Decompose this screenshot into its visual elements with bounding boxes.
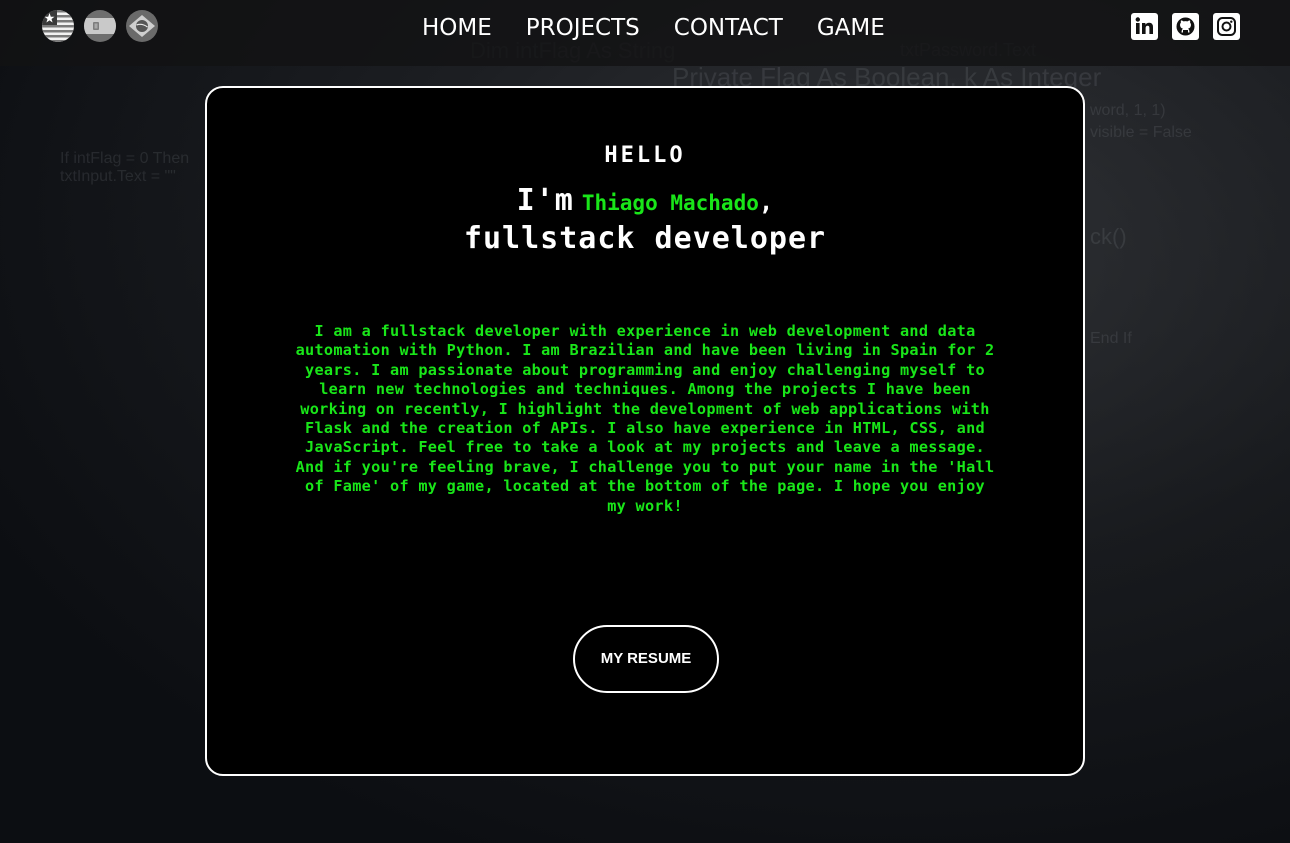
language-english-flag-icon[interactable]	[42, 10, 74, 42]
language-portuguese-flag-icon[interactable]	[126, 10, 158, 42]
developer-name: Thiago Machado	[581, 191, 759, 215]
main-navigation: HOME PROJECTS CONTACT GAME	[422, 12, 885, 44]
language-spanish-flag-icon[interactable]	[84, 10, 116, 42]
linkedin-icon[interactable]	[1131, 13, 1158, 40]
greeting-heading: HELLO	[604, 143, 686, 168]
social-links	[1131, 13, 1240, 40]
developer-role: fullstack developer	[463, 221, 827, 256]
nav-link-home[interactable]: HOME	[422, 12, 492, 44]
hero-card: HELLO I'm Thiago Machado, fullstack devel…	[205, 86, 1085, 776]
page: Dim intFlag As String txtPassword.Text P…	[0, 0, 1290, 843]
hero-headline: I'm Thiago Machado, fullstack developer	[207, 184, 1083, 256]
instagram-icon[interactable]	[1213, 13, 1240, 40]
language-switcher	[42, 10, 158, 42]
github-icon[interactable]	[1172, 13, 1199, 40]
headline-comma: ,	[758, 188, 774, 216]
nav-link-projects[interactable]: PROJECTS	[526, 12, 640, 44]
about-paragraph: I am a fullstack developer with experien…	[295, 322, 995, 515]
nav-link-game[interactable]: GAME	[817, 12, 885, 44]
intro-text: I'm	[516, 183, 574, 218]
resume-button[interactable]: MY RESUME	[573, 625, 719, 693]
navbar: HOME PROJECTS CONTACT GAME	[0, 0, 1290, 66]
nav-link-contact[interactable]: CONTACT	[674, 12, 783, 44]
